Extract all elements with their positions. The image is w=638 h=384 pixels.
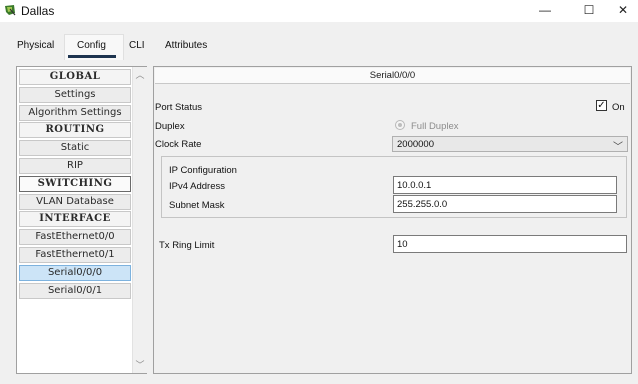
scroll-up-icon[interactable]: ︿: [133, 68, 147, 82]
tab-config[interactable]: Config: [77, 40, 106, 51]
nav-item-fastethernet0-1[interactable]: FastEthernet0/1: [19, 246, 131, 263]
full-duplex-radio[interactable]: [395, 120, 405, 130]
ipv4-address-label: IPv4 Address: [169, 181, 225, 192]
chevron-down-icon[interactable]: ﹀: [613, 138, 623, 153]
nav-header-global[interactable]: GLOBAL: [19, 69, 131, 85]
clock-rate-label: Clock Rate: [155, 139, 202, 150]
nav-scrollbar[interactable]: ︿ ﹀: [132, 67, 147, 373]
ip-configuration-title: IP Configuration: [169, 165, 237, 176]
nav-item-serial0-0-1[interactable]: Serial0/0/1: [19, 282, 131, 299]
subnet-mask-label: Subnet Mask: [169, 200, 225, 211]
nav-item-algorithm-settings[interactable]: Algorithm Settings: [19, 104, 131, 121]
active-tab-indicator: [68, 55, 116, 58]
panel-title: Serial0/0/0: [155, 68, 630, 84]
clock-rate-value: 2000000: [397, 139, 434, 150]
config-navigation-panel: GLOBAL Settings Algorithm Settings ROUTI…: [16, 66, 147, 374]
title-bar: Dallas — ☐ ✕: [0, 0, 638, 22]
app-icon: [5, 5, 16, 16]
clock-rate-select[interactable]: 2000000 ﹀: [392, 136, 628, 153]
tab-physical[interactable]: Physical: [17, 40, 54, 51]
nav-item-fastethernet0-0[interactable]: FastEthernet0/0: [19, 229, 131, 246]
ipv4-address-value: 10.0.0.1: [397, 180, 432, 191]
nav-header-interface[interactable]: INTERFACE: [19, 211, 131, 228]
minimize-button[interactable]: —: [522, 0, 568, 22]
nav-item-vlan-database[interactable]: VLAN Database: [19, 193, 131, 210]
scroll-down-icon[interactable]: ﹀: [133, 358, 147, 372]
tab-attributes[interactable]: Attributes: [165, 40, 207, 51]
tx-ring-limit-value: 10: [397, 239, 408, 250]
port-status-checkbox[interactable]: ✓: [596, 100, 607, 111]
nav-item-rip[interactable]: RIP: [19, 157, 131, 174]
tab-strip: Physical Config CLI Attributes: [0, 22, 638, 61]
window-title: Dallas: [21, 4, 55, 18]
subnet-mask-value: 255.255.0.0: [397, 199, 448, 210]
config-navigation-list: GLOBAL Settings Algorithm Settings ROUTI…: [19, 69, 131, 300]
radio-dot-icon: [398, 123, 402, 127]
duplex-label: Duplex: [155, 121, 185, 132]
full-duplex-label: Full Duplex: [411, 121, 459, 132]
ip-configuration-group: IP Configuration IPv4 Address 10.0.0.1 S…: [161, 156, 627, 218]
port-status-label: Port Status: [155, 102, 202, 113]
nav-header-routing[interactable]: ROUTING: [19, 122, 131, 139]
port-status-on-label: On: [612, 102, 625, 113]
nav-header-switching[interactable]: SWITCHING: [19, 175, 131, 192]
ipv4-address-input[interactable]: 10.0.0.1: [393, 176, 617, 194]
nav-item-settings[interactable]: Settings: [19, 86, 131, 103]
close-button[interactable]: ✕: [600, 0, 638, 22]
tx-ring-limit-label: Tx Ring Limit: [159, 240, 215, 251]
interface-config-panel: Serial0/0/0 Port Status ✓ On Duplex Full…: [153, 66, 632, 374]
nav-item-static[interactable]: Static: [19, 140, 131, 157]
subnet-mask-input[interactable]: 255.255.0.0: [393, 195, 617, 213]
tab-cli[interactable]: CLI: [129, 40, 145, 51]
nav-item-serial0-0-0[interactable]: Serial0/0/0: [19, 264, 131, 281]
tx-ring-limit-input[interactable]: 10: [393, 235, 627, 253]
